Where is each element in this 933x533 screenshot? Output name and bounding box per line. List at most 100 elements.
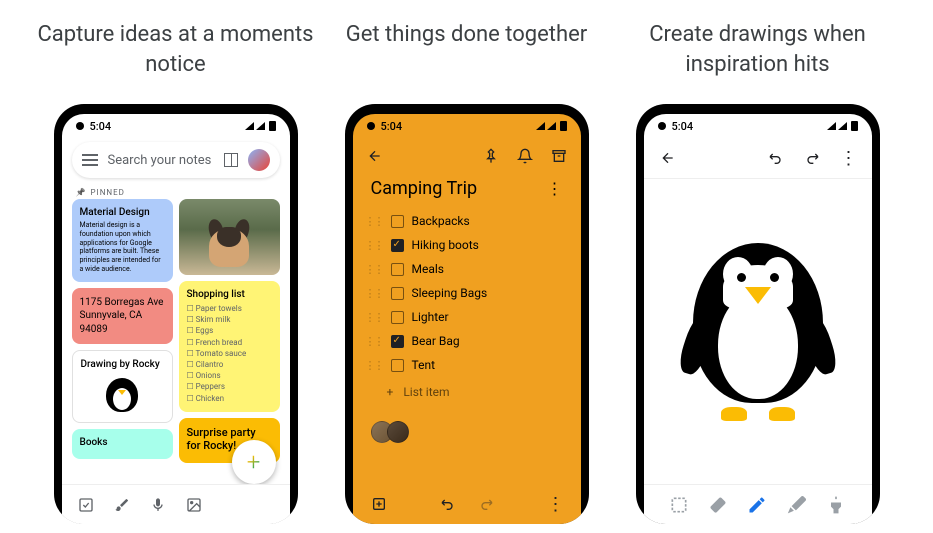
collaborator-avatar[interactable] bbox=[387, 421, 409, 443]
battery-icon bbox=[560, 121, 567, 131]
note-shopping-list[interactable]: Shopping list Paper towels Skim milk Egg… bbox=[179, 281, 280, 412]
mic-icon[interactable] bbox=[150, 497, 166, 513]
marker-tool-icon[interactable] bbox=[787, 495, 807, 515]
phone-frame: 5:04 ⋮ bbox=[636, 104, 880, 524]
checkbox[interactable] bbox=[391, 311, 404, 324]
battery-icon bbox=[269, 121, 276, 131]
pin-icon[interactable] bbox=[483, 148, 499, 164]
checkbox[interactable] bbox=[391, 215, 404, 228]
checkbox[interactable] bbox=[391, 239, 404, 252]
image-icon[interactable] bbox=[186, 497, 202, 513]
bottom-toolbar bbox=[62, 484, 290, 524]
add-list-item[interactable]: +List item bbox=[365, 377, 569, 407]
note-drawing[interactable]: Drawing by Rocky bbox=[72, 350, 173, 423]
status-bar: 5:04 bbox=[62, 114, 290, 138]
signal-icon bbox=[536, 122, 545, 130]
camera-cutout-icon bbox=[367, 122, 375, 130]
headline-capture: Capture ideas at a moments notice bbox=[36, 20, 316, 80]
search-bar[interactable]: Search your notes bbox=[72, 142, 280, 178]
note-books[interactable]: Books bbox=[72, 429, 173, 459]
create-note-fab[interactable]: + bbox=[232, 440, 276, 484]
select-tool-icon[interactable] bbox=[669, 495, 689, 515]
redo-icon[interactable] bbox=[804, 150, 820, 166]
camera-cutout-icon bbox=[76, 122, 84, 130]
note-material-design[interactable]: Material Design Material design is a fou… bbox=[72, 199, 173, 282]
more-icon[interactable]: ⋮ bbox=[547, 179, 563, 198]
phone-screen-note-detail: 5:04 Camping Trip ⋮ ⋮⋮Backpacks ⋮⋮Hik bbox=[353, 114, 581, 524]
note-toolbar bbox=[353, 138, 581, 170]
camera-cutout-icon bbox=[658, 122, 666, 130]
status-time: 5:04 bbox=[90, 120, 112, 133]
status-time: 5:04 bbox=[672, 120, 694, 133]
checklist: ⋮⋮Backpacks ⋮⋮Hiking boots ⋮⋮Meals ⋮⋮Sle… bbox=[353, 209, 581, 407]
layout-toggle-icon[interactable] bbox=[224, 153, 238, 167]
drag-handle-icon[interactable]: ⋮⋮ bbox=[365, 215, 383, 228]
shopping-items: Paper towels Skim milk Eggs French bread… bbox=[187, 303, 272, 404]
penguin-drawing bbox=[683, 239, 833, 419]
note-photo-dog[interactable] bbox=[179, 199, 280, 275]
plus-icon: + bbox=[247, 448, 261, 476]
phone-frame: 5:04 Search your notes PINNED Material D… bbox=[54, 104, 298, 524]
checkbox[interactable] bbox=[391, 263, 404, 276]
drawing-tools bbox=[644, 484, 872, 524]
panel-collab: Get things done together 5:04 Camping Tr… bbox=[327, 20, 607, 524]
more-icon[interactable]: ⋮ bbox=[840, 150, 856, 166]
more-icon[interactable]: ⋮ bbox=[547, 496, 563, 512]
list-item[interactable]: ⋮⋮Backpacks bbox=[365, 209, 569, 233]
headline-collab: Get things done together bbox=[346, 20, 588, 80]
drag-handle-icon[interactable]: ⋮⋮ bbox=[365, 335, 383, 348]
list-item[interactable]: ⋮⋮Tent bbox=[365, 353, 569, 377]
panel-capture: Capture ideas at a moments notice 5:04 S… bbox=[36, 20, 316, 524]
reminder-icon[interactable] bbox=[517, 148, 533, 164]
plus-icon: + bbox=[387, 385, 394, 399]
drag-handle-icon[interactable]: ⋮⋮ bbox=[365, 239, 383, 252]
headline-draw: Create drawings when inspiration hits bbox=[618, 20, 898, 80]
phone-screen-notes-list: 5:04 Search your notes PINNED Material D… bbox=[62, 114, 290, 524]
list-item[interactable]: ⋮⋮Bear Bag bbox=[365, 329, 569, 353]
menu-icon[interactable] bbox=[82, 154, 98, 166]
drawing-canvas[interactable] bbox=[644, 178, 872, 478]
note-bottom-toolbar: ⋮ bbox=[353, 484, 581, 524]
drag-handle-icon[interactable]: ⋮⋮ bbox=[365, 287, 383, 300]
eraser-tool-icon[interactable] bbox=[708, 495, 728, 515]
note-title[interactable]: Camping Trip bbox=[371, 178, 478, 199]
note-address[interactable]: 1175 Borregas Ave Sunnyvale, CA 94089 bbox=[72, 288, 173, 345]
phone-screen-drawing: 5:04 ⋮ bbox=[644, 114, 872, 524]
drag-handle-icon[interactable]: ⋮⋮ bbox=[365, 359, 383, 372]
undo-icon[interactable] bbox=[440, 496, 456, 512]
pinned-section-label: PINNED bbox=[62, 182, 290, 199]
pen-tool-icon[interactable] bbox=[747, 495, 767, 515]
redo-icon[interactable] bbox=[478, 496, 494, 512]
brush-icon[interactable] bbox=[114, 497, 130, 513]
status-time: 5:04 bbox=[381, 120, 403, 133]
undo-icon[interactable] bbox=[768, 150, 784, 166]
add-content-icon[interactable] bbox=[371, 496, 387, 512]
signal-icon bbox=[256, 122, 265, 130]
signal-icon bbox=[838, 122, 847, 130]
list-item[interactable]: ⋮⋮Hiking boots bbox=[365, 233, 569, 257]
signal-icon bbox=[547, 122, 556, 130]
highlighter-tool-icon[interactable] bbox=[826, 495, 846, 515]
notes-grid: Material Design Material design is a fou… bbox=[62, 199, 290, 467]
collaborators bbox=[353, 407, 581, 457]
drag-handle-icon[interactable]: ⋮⋮ bbox=[365, 311, 383, 324]
list-item[interactable]: ⋮⋮Sleeping Bags bbox=[365, 281, 569, 305]
drawing-toolbar: ⋮ bbox=[644, 138, 872, 178]
checkbox[interactable] bbox=[391, 335, 404, 348]
checkbox[interactable] bbox=[391, 287, 404, 300]
penguin-thumbnail bbox=[102, 374, 142, 414]
checkbox-icon[interactable] bbox=[78, 497, 94, 513]
drag-handle-icon[interactable]: ⋮⋮ bbox=[365, 263, 383, 276]
checkbox[interactable] bbox=[391, 359, 404, 372]
phone-frame: 5:04 Camping Trip ⋮ ⋮⋮Backpacks ⋮⋮Hik bbox=[345, 104, 589, 524]
search-input[interactable]: Search your notes bbox=[108, 153, 214, 168]
battery-icon bbox=[851, 121, 858, 131]
list-item[interactable]: ⋮⋮Lighter bbox=[365, 305, 569, 329]
note-title-row: Camping Trip ⋮ bbox=[353, 170, 581, 209]
status-bar: 5:04 bbox=[644, 114, 872, 138]
account-avatar[interactable] bbox=[248, 149, 270, 171]
archive-icon[interactable] bbox=[551, 148, 567, 164]
back-icon[interactable] bbox=[660, 150, 676, 166]
back-icon[interactable] bbox=[367, 148, 383, 164]
list-item[interactable]: ⋮⋮Meals bbox=[365, 257, 569, 281]
